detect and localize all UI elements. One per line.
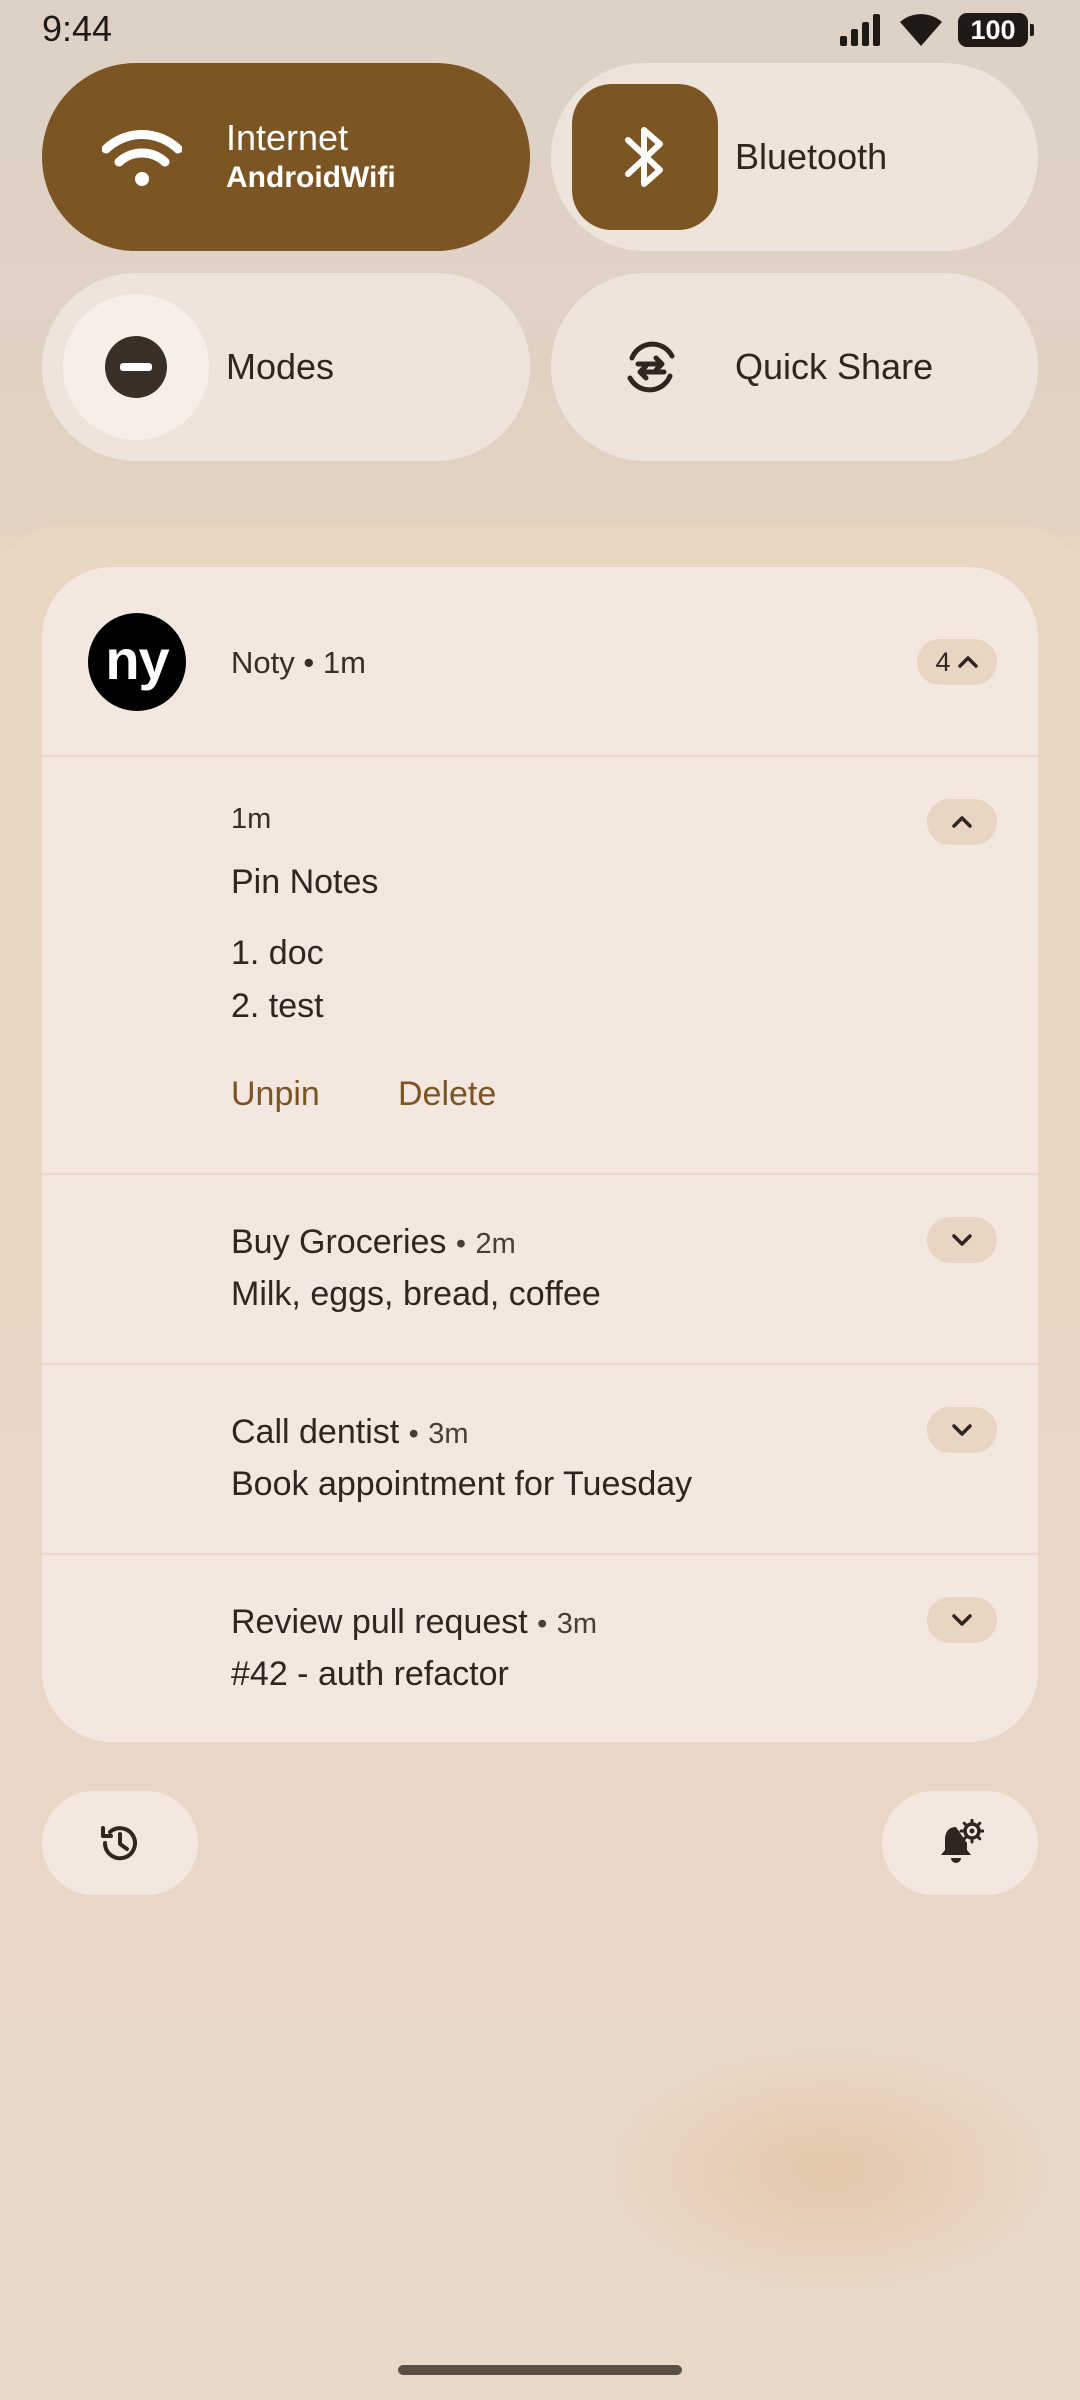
quick-share-label: Quick Share xyxy=(735,346,934,387)
notification-buy-groceries[interactable]: Buy Groceries • 2m Milk, eggs, bread, co… xyxy=(42,1175,1038,1363)
notification-title-line: Review pull request • 3m xyxy=(231,1603,597,1642)
app-avatar: ny xyxy=(88,613,186,711)
app-time: 1m xyxy=(322,645,366,680)
history-icon xyxy=(101,1826,137,1861)
notification-group-header[interactable]: ny Noty • 1m 4 xyxy=(42,567,1038,755)
app-avatar-text: ny xyxy=(105,627,169,691)
gesture-nav-handle[interactable] xyxy=(398,2365,682,2375)
app-name: Noty xyxy=(231,645,295,680)
chevron-down-icon xyxy=(952,1234,972,1246)
header-separator: • xyxy=(303,645,315,680)
internet-label: Internet xyxy=(226,117,349,158)
notification-title: Review pull request xyxy=(231,1603,528,1641)
collapse-button[interactable] xyxy=(927,799,997,845)
modes-tile[interactable]: Modes xyxy=(42,273,530,461)
chevron-up-icon xyxy=(952,816,972,828)
wifi-icon xyxy=(900,14,942,46)
notification-call-dentist[interactable]: Call dentist • 3m Book appointment for T… xyxy=(42,1365,1038,1553)
chevron-down-icon xyxy=(952,1614,972,1626)
notification-time: 3m xyxy=(428,1418,469,1450)
bluetooth-tile[interactable]: Bluetooth xyxy=(551,63,1038,251)
notification-pin-notes[interactable]: 1m Pin Notes 1. doc 2. test Unpin Delete xyxy=(42,757,1038,1173)
wifi-icon xyxy=(92,107,192,207)
unpin-button[interactable]: Unpin xyxy=(231,1075,320,1114)
do-not-disturb-icon xyxy=(63,294,209,440)
notification-time: 1m xyxy=(231,803,272,835)
notification-separator: • xyxy=(537,1608,548,1640)
notification-title: Buy Groceries xyxy=(231,1223,447,1261)
bluetooth-label: Bluetooth xyxy=(735,136,888,177)
expand-button[interactable] xyxy=(927,1407,997,1453)
notification-body: Book appointment for Tuesday xyxy=(231,1465,693,1503)
notification-body-line: 2. test xyxy=(231,987,324,1025)
notification-time: 2m xyxy=(475,1228,516,1260)
chevron-down-icon xyxy=(952,1424,972,1436)
chevron-up-icon xyxy=(957,656,978,668)
expand-button[interactable] xyxy=(927,1217,997,1263)
notification-time: 3m xyxy=(556,1608,598,1640)
bluetooth-icon xyxy=(572,84,718,230)
status-time: 9:44 xyxy=(42,8,113,49)
notification-title: Call dentist xyxy=(231,1413,400,1451)
status-icons: 100 xyxy=(840,10,1034,50)
notification-group-card[interactable]: ny Noty • 1m 4 1m Pin Notes 1. doc 2. te… xyxy=(42,567,1038,1742)
notification-history-button[interactable] xyxy=(42,1791,198,1895)
notification-settings-icon xyxy=(941,1819,984,1863)
notification-review-pull-request[interactable]: Review pull request • 3m #42 - auth refa… xyxy=(42,1555,1038,1742)
quick-share-tile[interactable]: Quick Share xyxy=(551,273,1038,461)
notification-separator: • xyxy=(455,1228,467,1260)
notification-body: Milk, eggs, bread, coffee xyxy=(231,1275,601,1313)
battery-level: 100 xyxy=(970,14,1016,45)
notification-title-line: Call dentist • 3m xyxy=(231,1413,469,1452)
status-bar: 9:44 100 xyxy=(0,0,1080,60)
notification-body: #42 - auth refactor xyxy=(231,1655,509,1693)
internet-network-name: AndroidWifi xyxy=(226,161,396,194)
notification-title-line: Buy Groceries • 2m xyxy=(231,1223,516,1262)
expand-button[interactable] xyxy=(927,1597,997,1643)
notification-separator: • xyxy=(408,1418,419,1450)
notification-title: Pin Notes xyxy=(231,863,379,901)
group-count-button[interactable]: 4 xyxy=(917,639,997,685)
delete-button[interactable]: Delete xyxy=(398,1075,496,1114)
quick-share-icon xyxy=(601,317,701,417)
app-header-line: Noty • 1m xyxy=(231,645,366,681)
notification-body-line: 1. doc xyxy=(231,934,324,972)
group-count: 4 xyxy=(935,646,951,677)
notification-settings-button[interactable] xyxy=(882,1791,1038,1895)
modes-label: Modes xyxy=(226,346,335,387)
signal-icon xyxy=(840,14,880,46)
internet-tile[interactable]: Internet AndroidWifi xyxy=(42,63,530,251)
battery-icon: 100 xyxy=(958,13,1034,47)
